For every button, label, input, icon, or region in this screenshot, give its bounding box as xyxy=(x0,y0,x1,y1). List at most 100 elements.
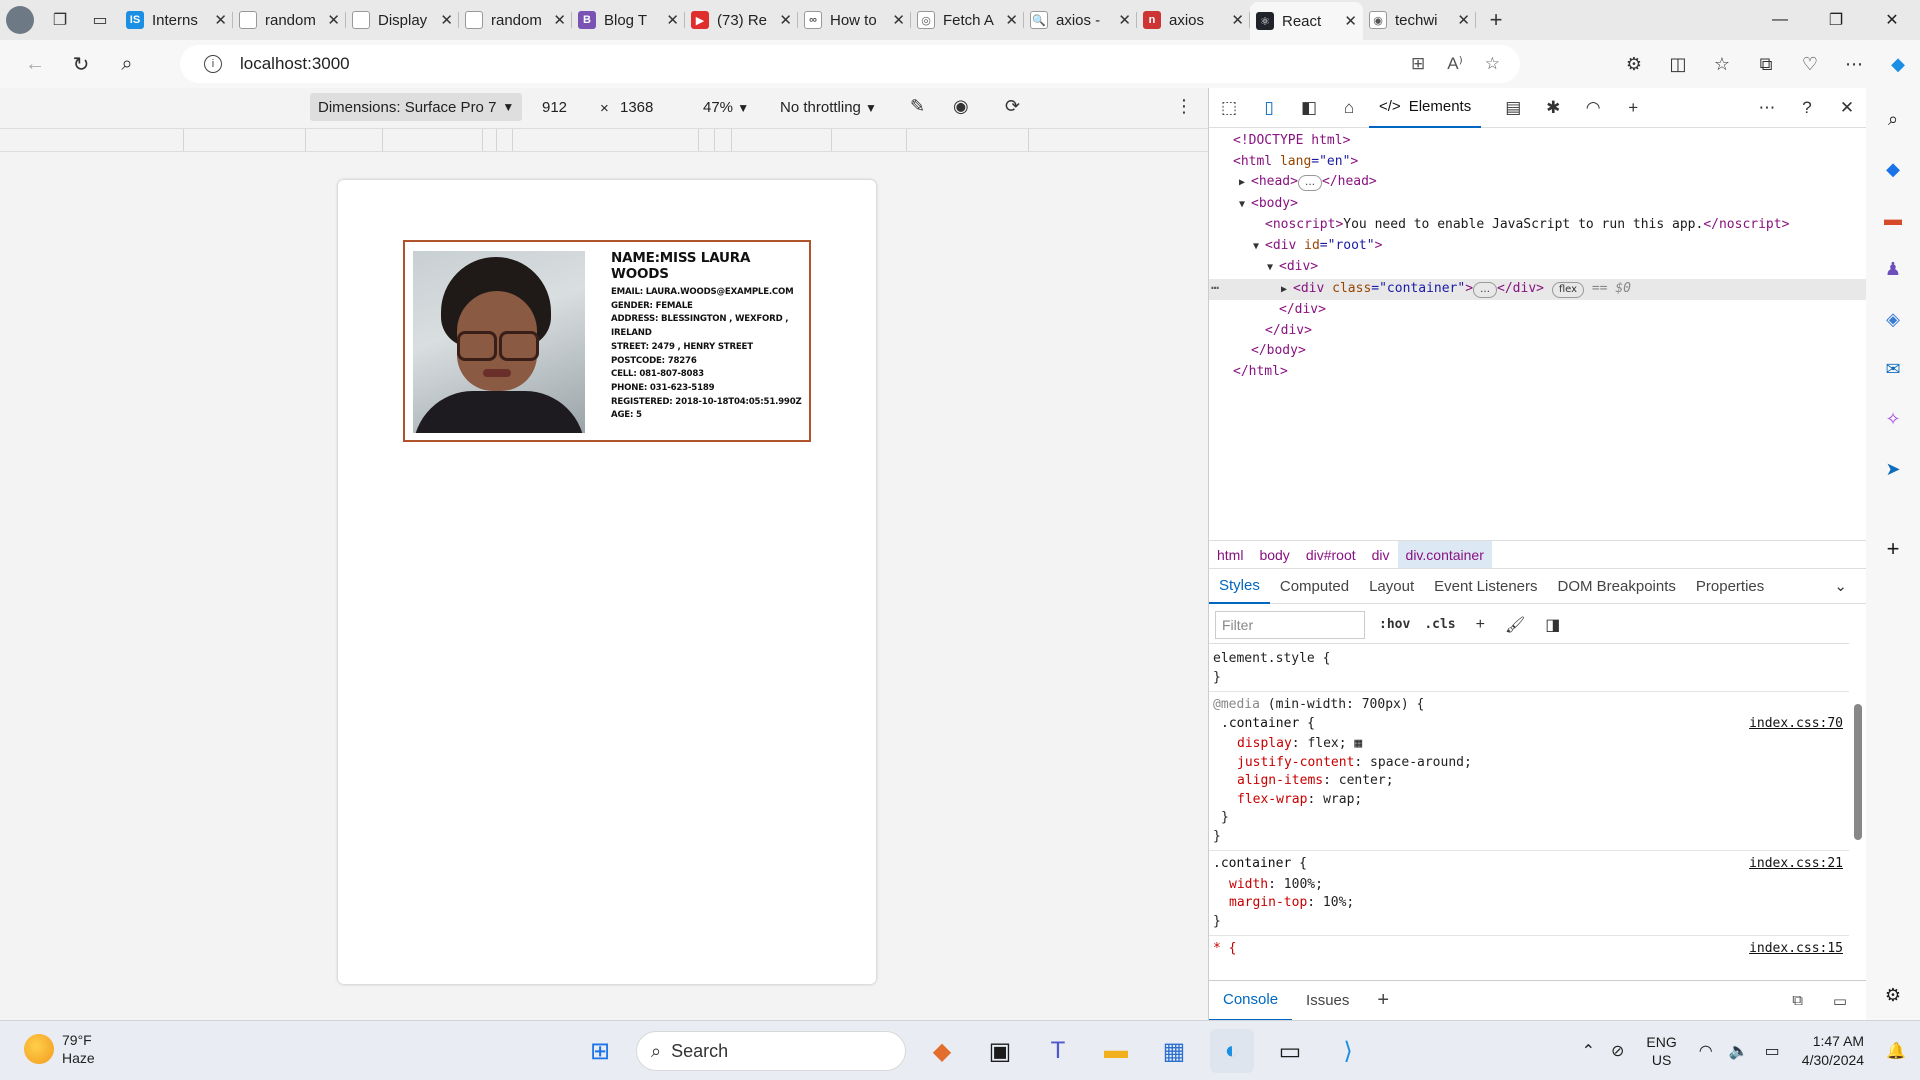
copilot-icon[interactable]: ◆ xyxy=(1876,54,1920,75)
browser-tab[interactable]: ◎ Fetch A ✕ xyxy=(911,4,1024,36)
browser-tab[interactable]: B Blog T ✕ xyxy=(572,4,685,36)
file-explorer-icon[interactable]: ▬ xyxy=(1094,1029,1138,1073)
tab-actions-icon[interactable]: ▭ xyxy=(80,0,120,40)
collections-icon[interactable]: ⧉ xyxy=(1744,54,1788,75)
welcome-home-icon[interactable]: ⌂ xyxy=(1329,98,1369,118)
close-devtools-icon[interactable]: ✕ xyxy=(1827,98,1867,118)
collapse-triangle-icon[interactable]: ▼ xyxy=(1239,195,1251,216)
extensions-icon[interactable]: ⚙ xyxy=(1612,54,1656,75)
hov-button[interactable]: :hov xyxy=(1379,617,1410,632)
close-tab-icon[interactable]: ✕ xyxy=(779,11,792,29)
language-indicator[interactable]: ENG US xyxy=(1632,1033,1690,1069)
more-tools-plus-icon[interactable]: + xyxy=(1613,98,1653,118)
styles-scrollbar[interactable] xyxy=(1854,704,1862,840)
browser-tab[interactable]: ◉ techwi ✕ xyxy=(1363,4,1476,36)
browser-tab[interactable]: 🔍 axios - ✕ xyxy=(1024,4,1137,36)
css-declaration[interactable]: justify-content: space-around; xyxy=(1237,754,1845,773)
zoom-select[interactable]: 47% ▼ xyxy=(703,99,749,116)
browser-tab[interactable]: IS Interns ✕ xyxy=(120,4,233,36)
css-declaration[interactable]: width: 100%; xyxy=(1229,876,1845,895)
dom-node[interactable]: </div> xyxy=(1209,300,1867,321)
weather-widget[interactable]: 79°F Haze xyxy=(24,1031,95,1067)
drawer-dock-icon[interactable]: ⧉ xyxy=(1778,981,1817,1021)
styles-filter-input[interactable]: Filter xyxy=(1215,610,1365,639)
close-tab-icon[interactable]: ✕ xyxy=(553,11,566,29)
vscode-icon[interactable]: ⟩ xyxy=(1326,1029,1370,1073)
drawer-toggle-icon[interactable]: ▭ xyxy=(1819,981,1861,1021)
close-tab-icon[interactable]: ✕ xyxy=(1231,11,1244,29)
games-icon[interactable]: ♟ xyxy=(1866,244,1920,294)
task-view-icon[interactable]: ▣ xyxy=(978,1029,1022,1073)
teams-icon[interactable]: T xyxy=(1036,1029,1080,1073)
styles-subtab[interactable]: DOM Breakpoints xyxy=(1548,568,1686,604)
show-hidden-icons-icon[interactable]: ⌃ xyxy=(1574,1041,1603,1061)
width-input[interactable]: 912 xyxy=(542,99,567,116)
read-aloud-icon[interactable]: A⁾ xyxy=(1447,54,1463,74)
cls-button[interactable]: .cls xyxy=(1424,617,1455,632)
close-tab-icon[interactable]: ✕ xyxy=(892,11,905,29)
taskbar-search[interactable]: ⌕ Search xyxy=(636,1031,906,1071)
source-link[interactable]: index.css:70 xyxy=(1749,715,1843,734)
dom-node[interactable]: <noscript>You need to enable JavaScript … xyxy=(1209,215,1867,236)
address-bar[interactable]: i localhost:3000 ⊞ A⁾ ☆ xyxy=(180,45,1520,83)
css-declaration[interactable]: margin-top: 10%; xyxy=(1229,894,1845,913)
dom-node[interactable]: ▼ <div> xyxy=(1209,257,1867,279)
volume-icon[interactable]: 🔈 xyxy=(1721,1041,1757,1061)
help-icon[interactable]: ? xyxy=(1787,98,1827,118)
vision-icon[interactable]: ◉ xyxy=(953,96,969,117)
profile-avatar[interactable] xyxy=(0,0,40,40)
drawer-tab[interactable]: Console xyxy=(1209,981,1293,1021)
clock[interactable]: 1:47 AM 4/30/2024 xyxy=(1788,1032,1878,1070)
eyedropper-icon[interactable]: ✎ xyxy=(910,96,925,117)
dom-node[interactable]: <html lang="en"> xyxy=(1209,152,1867,173)
close-tab-icon[interactable]: ✕ xyxy=(666,11,679,29)
dom-node[interactable]: ▶ <head>… </head> xyxy=(1209,172,1867,194)
chevron-down-icon[interactable]: ⌄ xyxy=(1824,568,1857,604)
new-rule-plus-icon[interactable]: + xyxy=(1476,616,1485,634)
site-info-icon[interactable]: i xyxy=(204,55,222,73)
close-tab-icon[interactable]: ✕ xyxy=(1344,12,1357,30)
flex-badge[interactable]: flex xyxy=(1551,281,1585,298)
close-window-button[interactable]: ✕ xyxy=(1864,0,1920,40)
designer-icon[interactable]: ✧ xyxy=(1866,394,1920,444)
browser-tab[interactable]: random ✕ xyxy=(459,4,572,36)
minimize-button[interactable]: — xyxy=(1752,0,1808,40)
throttling-select[interactable]: No throttling ▼ xyxy=(780,99,877,116)
network-off-icon[interactable]: ⊘ xyxy=(1603,1041,1632,1061)
breadcrumb-item[interactable]: html xyxy=(1209,541,1251,569)
breadcrumb-item[interactable]: div#root xyxy=(1298,541,1364,569)
more-menu-icon[interactable]: ⋯ xyxy=(1832,54,1876,75)
close-tab-icon[interactable]: ✕ xyxy=(214,11,227,29)
device-more-icon[interactable]: ⋮ xyxy=(1175,96,1193,117)
device-dimensions-select[interactable]: Dimensions: Surface Pro 7 ▼ xyxy=(310,93,523,121)
css-declaration[interactable]: display: flex; ▦ xyxy=(1237,735,1845,754)
back-button[interactable]: ← xyxy=(12,44,58,84)
expand-triangle-icon[interactable]: ▶ xyxy=(1239,173,1251,194)
breadcrumb-item[interactable]: div xyxy=(1364,541,1398,569)
console-tab-icon[interactable]: ▤ xyxy=(1493,98,1533,118)
styles-subtab[interactable]: Layout xyxy=(1359,568,1424,604)
outlook-icon[interactable]: ✉ xyxy=(1866,344,1920,394)
browser-essentials-icon[interactable]: ♡ xyxy=(1788,54,1832,75)
style-rule-element[interactable]: element.style { } xyxy=(1209,646,1849,692)
maximize-button[interactable]: ❐ xyxy=(1808,0,1864,40)
close-tab-icon[interactable]: ✕ xyxy=(1457,11,1470,29)
toggle-sidebar-icon[interactable]: ◨ xyxy=(1545,615,1560,635)
battery-icon[interactable]: ▭ xyxy=(1757,1041,1788,1061)
browser-tab[interactable]: Display ✕ xyxy=(346,4,459,36)
styles-subtab[interactable]: Styles xyxy=(1209,568,1270,604)
send-icon[interactable]: ➤ xyxy=(1866,444,1920,494)
collapse-triangle-icon[interactable]: ▼ xyxy=(1267,258,1279,279)
ellipsis-badge[interactable]: … xyxy=(1473,281,1498,298)
browser-tab[interactable]: ∞ How to ✕ xyxy=(798,4,911,36)
styles-subtab[interactable]: Event Listeners xyxy=(1424,568,1547,604)
browser-tab[interactable]: random ✕ xyxy=(233,4,346,36)
shopping-tag-icon[interactable]: ◆ xyxy=(1866,144,1920,194)
terminal-icon[interactable]: ▭ xyxy=(1268,1029,1312,1073)
close-tab-icon[interactable]: ✕ xyxy=(327,11,340,29)
flexbox-editor-icon[interactable]: ▦ xyxy=(1347,736,1362,751)
refresh-button[interactable]: ↻ xyxy=(58,44,104,84)
close-tab-icon[interactable]: ✕ xyxy=(440,11,453,29)
expand-triangle-icon[interactable]: ▶ xyxy=(1281,280,1293,301)
dom-node[interactable]: </html> xyxy=(1209,362,1867,383)
